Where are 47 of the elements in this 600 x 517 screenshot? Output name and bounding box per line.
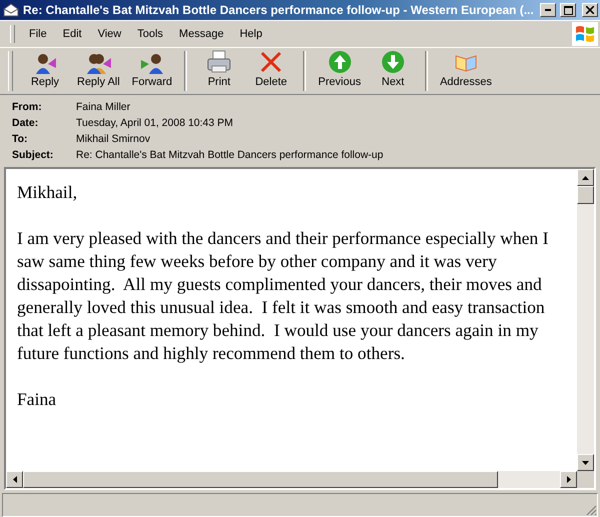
header-value: Mikhail Smirnov (76, 133, 152, 145)
minimize-button[interactable] (540, 3, 556, 17)
header-label: From: (12, 101, 43, 113)
toolbar-button[interactable]: Next (366, 48, 419, 94)
scroll-down-button[interactable] (577, 454, 594, 471)
header-value: Faina Miller (76, 101, 132, 113)
toolbar-button[interactable]: Forward (126, 48, 178, 94)
scroll-thumb[interactable] (577, 186, 594, 204)
toolbar-button[interactable]: Addresses (434, 48, 498, 94)
envelope-icon (3, 3, 19, 17)
horizontal-scrollbar[interactable] (6, 471, 577, 488)
menu-item[interactable]: Edit (54, 28, 90, 40)
scroll-right-button[interactable] (560, 471, 577, 488)
printer-icon (206, 50, 232, 74)
right-triangle-icon (566, 476, 570, 483)
header-label: To: (12, 133, 29, 145)
scroll-left-button[interactable] (6, 471, 23, 488)
header-value: Tuesday, April 01, 2008 10:43 PM (76, 117, 234, 129)
menu-item[interactable]: File (21, 28, 55, 40)
up-triangle-icon (582, 176, 589, 180)
toolbar-button[interactable]: Reply (19, 48, 71, 94)
close-button[interactable] (582, 3, 598, 17)
vertical-scrollbar[interactable] (577, 169, 594, 471)
message-paragraph: I am very pleased with the dancers and their performance especially when I saw same thing few weeks before by other company and it was very dissapointing. All my guests complimented your dancers, their moves and generally loved this unusual idea. I felt it was smooth and easy transaction that left a pleasant memory behind. I would use your dancers again in my future functions and highly recommend them to others. (17, 227, 550, 365)
toolbar-button[interactable]: Delete (245, 48, 298, 94)
scroll-thumb[interactable] (23, 471, 498, 488)
header-label: Date: (12, 117, 40, 129)
close-icon (586, 6, 594, 14)
left-triangle-icon (12, 476, 16, 483)
menu-item[interactable]: Help (232, 28, 270, 40)
toolbar-button[interactable]: Print (193, 48, 246, 94)
scroll-up-button[interactable] (577, 169, 594, 186)
message-paragraph: Mikhail, (17, 181, 78, 204)
menu-item[interactable]: View (90, 28, 130, 40)
minimize-icon (545, 9, 551, 11)
maximize-icon (564, 6, 572, 14)
header-value: Re: Chantalle's Bat Mitzvah Bottle Dancers performance follow-up (76, 149, 384, 161)
message-paragraph: Faina (17, 388, 58, 411)
toolbar-button[interactable]: Reply All (71, 48, 126, 94)
scrollbar-corner (577, 471, 594, 488)
toolbar-button[interactable]: Previous (312, 48, 367, 94)
maximize-button[interactable] (560, 3, 576, 17)
header-label: Subject: (12, 149, 54, 161)
menu-item[interactable]: Tools (129, 28, 172, 40)
menu-item[interactable]: Message (171, 28, 232, 40)
down-triangle-icon (582, 460, 589, 464)
window-title: Re: Chantalle's Bat Mitzvah Bottle Dancers performance follow-up - Western European (... (23, 3, 535, 17)
